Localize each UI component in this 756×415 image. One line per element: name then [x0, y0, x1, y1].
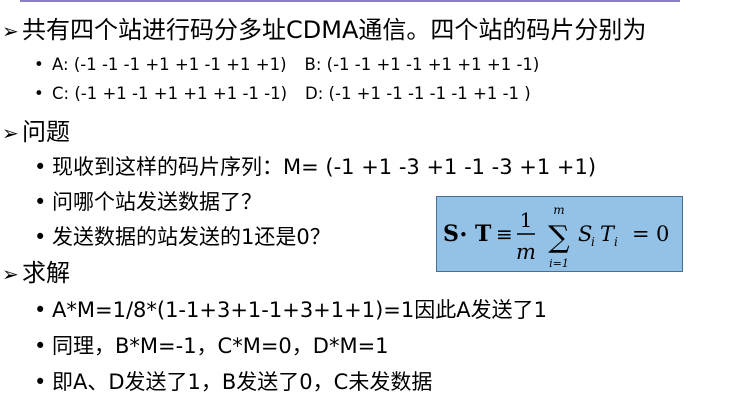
arrowhead-icon: ➢: [2, 121, 19, 145]
sum-upper-limit: m: [553, 203, 564, 217]
question-item: • 现收到这样的码片序列：M= (-1 +1 -3 +1 -1 -3 +1 +1): [34, 153, 596, 181]
bullet-icon: •: [34, 155, 47, 179]
question-item: • 问哪个站发送数据了？: [34, 188, 262, 216]
code-line-ab: • A: (-1 -1 -1 +1 +1 -1 +1 +1) B: (-1 -1 +…: [34, 54, 539, 76]
bullet-icon: •: [34, 334, 47, 358]
code-b-value: (-1 -1 +1 -1 +1 +1 +1 -1): [326, 55, 540, 74]
heading-text: 问题: [22, 118, 70, 146]
solution-item: • A*M=1/8*(1-1+3+1-1+3+1+1)=1因此A发送了1: [34, 296, 547, 324]
heading-question: ➢ 问题: [2, 117, 70, 148]
formula-equiv: ≡: [496, 222, 513, 246]
bullet-icon: •: [34, 190, 47, 214]
code-c-value: (-1 +1 -1 +1 +1 +1 -1 -1): [74, 84, 288, 103]
arrowhead-icon: ➢: [2, 19, 19, 43]
formula-s-vector: S: [443, 221, 459, 247]
top-rule: [20, 0, 680, 2]
solution-text: 同理，B*M=-1，C*M=0，D*M=1: [52, 334, 389, 358]
solution-text: 即A、D发送了1，B发送了0，C未发数据: [52, 370, 433, 394]
formula-zero: 0: [656, 222, 669, 246]
formula-numerator: 1: [520, 208, 533, 232]
formula-sub-i: i: [614, 235, 618, 249]
solution-item: • 同理，B*M=-1，C*M=0，D*M=1: [34, 332, 389, 360]
heading-text: 共有四个站进行码分多址CDMA通信。四个站的码片分别为: [22, 16, 647, 44]
bullet-icon: •: [34, 298, 47, 322]
code-a-value: (-1 -1 -1 +1 +1 -1 +1 +1): [73, 55, 287, 74]
code-line-cd: • C: (-1 +1 -1 +1 +1 +1 -1 -1) D: (-1 +1 -…: [34, 83, 531, 105]
bullet-icon: •: [34, 55, 44, 74]
question-text: 发送数据的站发送的1还是0？: [52, 225, 331, 249]
formula-dot: •: [459, 226, 468, 244]
sum-sigma: ∑: [548, 220, 570, 255]
bullet-icon: •: [34, 84, 44, 103]
formula-equals: =: [632, 222, 650, 246]
heading-solution: ➢ 求解: [2, 258, 70, 289]
arrowhead-icon: ➢: [2, 262, 19, 286]
solution-text: A*M=1/8*(1-1+3+1-1+3+1+1)=1因此A发送了1: [52, 298, 547, 322]
bullet-icon: •: [34, 225, 47, 249]
code-a-label: A:: [52, 55, 69, 74]
code-d-label: D:: [305, 84, 324, 103]
code-b-label: B:: [304, 55, 322, 74]
heading-cdma: ➢ 共有四个站进行码分多址CDMA通信。四个站的码片分别为: [2, 15, 646, 46]
question-text: 现收到这样的码片序列：M= (-1 +1 -3 +1 -1 -3 +1 +1): [52, 155, 597, 179]
code-d-value: (-1 +1 -1 -1 -1 -1 +1 -1 ): [328, 84, 531, 103]
heading-text: 求解: [22, 259, 70, 287]
solution-item: • 即A、D发送了1，B发送了0，C未发数据: [34, 368, 432, 396]
question-item: • 发送数据的站发送的1还是0？: [34, 223, 331, 251]
formula-t-vector: T: [475, 221, 492, 247]
formula-sub-i: i: [591, 235, 595, 249]
sum-lower-limit: i=1: [549, 257, 569, 270]
inner-product-formula: S • T ≡ 1 m m ∑ i=1 S i T i = 0: [436, 196, 683, 272]
question-text: 问哪个站发送数据了？: [52, 190, 262, 214]
code-c-label: C:: [52, 84, 70, 103]
formula-denominator: m: [516, 240, 536, 264]
bullet-icon: •: [34, 370, 47, 394]
